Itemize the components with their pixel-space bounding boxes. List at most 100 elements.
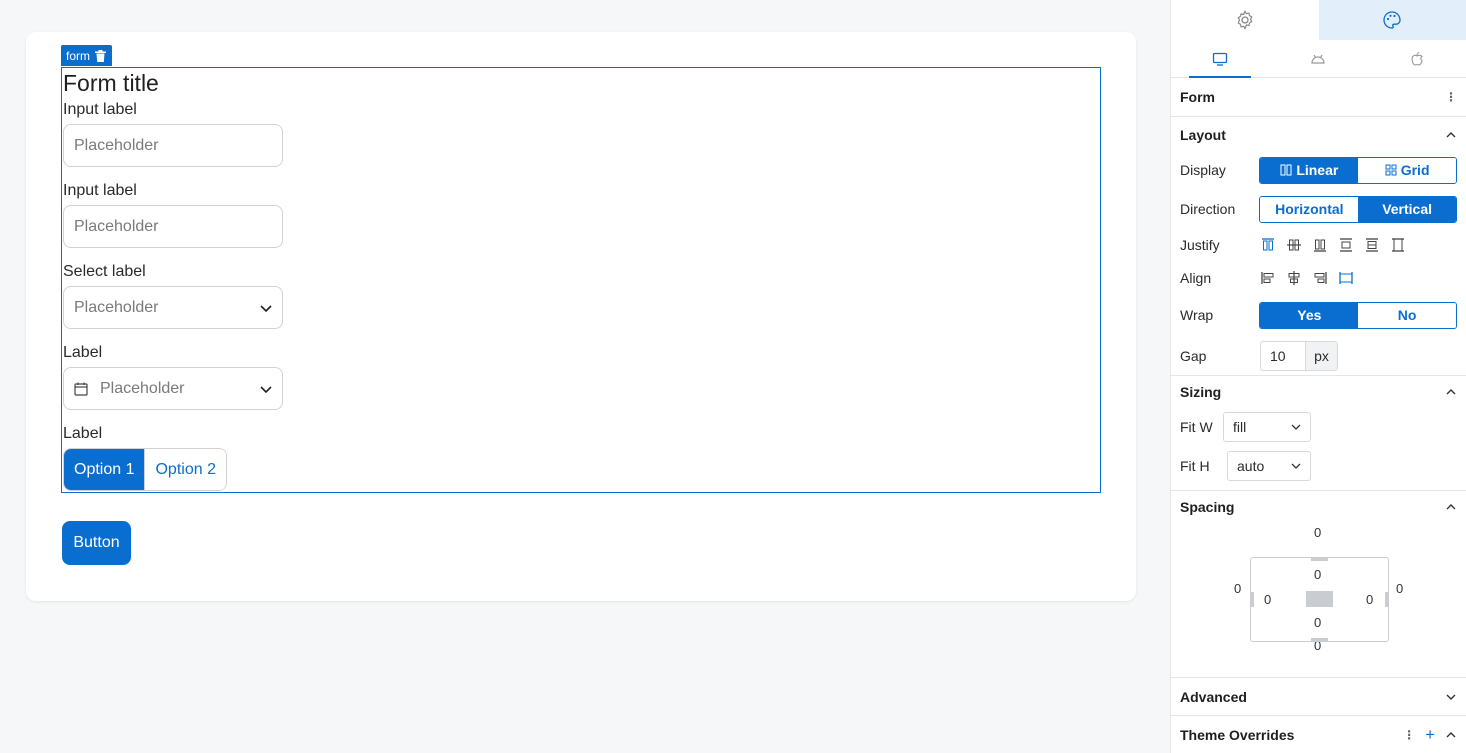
trash-icon[interactable] bbox=[95, 49, 106, 62]
display-linear-label: Linear bbox=[1296, 162, 1339, 178]
tab-style[interactable] bbox=[1318, 0, 1466, 40]
padding-right-value[interactable]: 0 bbox=[1366, 592, 1373, 607]
advanced-title: Advanced bbox=[1180, 688, 1247, 705]
margin-left-value[interactable]: 0 bbox=[1234, 581, 1241, 596]
input-placeholder: Placeholder bbox=[74, 136, 159, 154]
text-input-2[interactable]: Placeholder bbox=[63, 205, 283, 248]
tab-apple[interactable] bbox=[1368, 40, 1466, 77]
fith-select[interactable]: auto bbox=[1227, 451, 1311, 481]
padding-box: 0 0 0 0 bbox=[1250, 557, 1389, 642]
wrap-label: Wrap bbox=[1180, 307, 1214, 323]
layout-section: Layout Display Linear Grid Direction Hor… bbox=[1171, 117, 1466, 376]
select-input[interactable]: Placeholder bbox=[63, 286, 283, 329]
text-input-1[interactable]: Placeholder bbox=[63, 124, 283, 167]
chevron-up-icon bbox=[1446, 132, 1456, 138]
date-label: Label bbox=[63, 344, 103, 361]
spacing-header[interactable]: Spacing bbox=[1171, 491, 1466, 523]
fitw-label: Fit W bbox=[1180, 419, 1213, 435]
more-vertical-icon[interactable]: ⋮ bbox=[1403, 728, 1415, 742]
segment-option-2[interactable]: Option 2 bbox=[144, 449, 226, 490]
apple-icon bbox=[1411, 51, 1423, 66]
gap-input[interactable]: 10 px bbox=[1260, 341, 1338, 371]
display-toggle: Linear Grid bbox=[1259, 156, 1457, 184]
align-start-icon[interactable] bbox=[1260, 270, 1276, 286]
layout-header[interactable]: Layout bbox=[1171, 117, 1466, 153]
desktop-icon bbox=[1213, 52, 1228, 66]
margin-right-handle[interactable] bbox=[1385, 592, 1389, 607]
fitw-select[interactable]: fill bbox=[1223, 412, 1311, 442]
select-label: Select label bbox=[63, 263, 146, 280]
layout-title: Layout bbox=[1180, 127, 1226, 143]
justify-center-icon[interactable] bbox=[1286, 237, 1302, 253]
theme-overrides-header[interactable]: Theme Overrides ⋮ + bbox=[1171, 716, 1466, 753]
form-tag[interactable]: form bbox=[61, 45, 112, 66]
field-label-1: Input label bbox=[63, 101, 137, 118]
direction-horizontal-option[interactable]: Horizontal bbox=[1260, 196, 1359, 222]
linear-icon bbox=[1280, 164, 1292, 176]
wrap-toggle: Yes No bbox=[1259, 301, 1457, 329]
advanced-section: Advanced bbox=[1171, 678, 1466, 716]
form-container[interactable]: Form title Input label Placeholder Input… bbox=[61, 67, 1101, 493]
calendar-icon bbox=[74, 382, 88, 396]
tab-android[interactable] bbox=[1269, 40, 1367, 77]
justify-label: Justify bbox=[1180, 237, 1220, 253]
sizing-header[interactable]: Sizing bbox=[1171, 376, 1466, 408]
wrap-yes-option[interactable]: Yes bbox=[1260, 302, 1359, 328]
direction-toggle: Horizontal Vertical bbox=[1259, 195, 1457, 223]
tab-desktop[interactable] bbox=[1171, 40, 1269, 78]
padding-left-value[interactable]: 0 bbox=[1264, 592, 1271, 607]
advanced-header[interactable]: Advanced bbox=[1171, 678, 1466, 715]
gap-unit: px bbox=[1305, 342, 1337, 370]
form-tag-label: form bbox=[66, 48, 90, 63]
align-end-icon[interactable] bbox=[1312, 270, 1328, 286]
direction-vertical-option[interactable]: Vertical bbox=[1358, 196, 1457, 222]
sizing-title: Sizing bbox=[1180, 384, 1222, 400]
margin-bottom-handle[interactable] bbox=[1311, 638, 1328, 642]
tab-settings[interactable] bbox=[1171, 0, 1319, 40]
align-center-icon[interactable] bbox=[1286, 270, 1302, 286]
align-stretch-icon[interactable] bbox=[1338, 270, 1354, 286]
select-placeholder: Placeholder bbox=[74, 298, 159, 316]
date-input[interactable]: Placeholder bbox=[63, 367, 283, 410]
justify-between-icon[interactable] bbox=[1338, 237, 1354, 253]
margin-top-value[interactable]: 0 bbox=[1314, 525, 1321, 540]
component-name: Form bbox=[1180, 89, 1215, 105]
gap-label: Gap bbox=[1180, 348, 1207, 364]
justify-end-icon[interactable] bbox=[1312, 237, 1328, 253]
margin-top-handle[interactable] bbox=[1311, 557, 1328, 561]
chevron-down-icon bbox=[1446, 694, 1456, 700]
segment-label: Label bbox=[63, 425, 103, 442]
display-linear-option[interactable]: Linear bbox=[1260, 157, 1359, 183]
component-section: Form ⋮ bbox=[1171, 78, 1466, 117]
form-title: Form title bbox=[63, 70, 159, 96]
justify-around-icon[interactable] bbox=[1364, 237, 1380, 253]
input-placeholder: Placeholder bbox=[74, 217, 159, 235]
chevron-down-icon bbox=[260, 386, 272, 394]
direction-label: Direction bbox=[1180, 201, 1236, 217]
chevron-up-icon bbox=[1446, 504, 1456, 510]
padding-bottom-value[interactable]: 0 bbox=[1314, 615, 1321, 630]
display-grid-option[interactable]: Grid bbox=[1358, 157, 1457, 183]
display-label: Display bbox=[1180, 162, 1226, 178]
justify-start-icon[interactable] bbox=[1260, 237, 1276, 253]
margin-right-value[interactable]: 0 bbox=[1396, 581, 1403, 596]
margin-left-handle[interactable] bbox=[1250, 592, 1254, 607]
theme-overrides-title: Theme Overrides bbox=[1180, 727, 1295, 743]
segmented-control: Option 1 Option 2 bbox=[63, 448, 227, 491]
device-tabs bbox=[1171, 40, 1466, 78]
segment-option-1[interactable]: Option 1 bbox=[64, 449, 145, 490]
android-icon bbox=[1311, 54, 1326, 64]
form-button[interactable]: Button bbox=[62, 521, 131, 565]
plus-icon[interactable]: + bbox=[1425, 725, 1435, 745]
padding-top-value[interactable]: 0 bbox=[1314, 567, 1321, 582]
gear-icon bbox=[1237, 10, 1253, 30]
date-placeholder: Placeholder bbox=[100, 379, 185, 397]
align-options bbox=[1260, 270, 1354, 286]
chevron-down-icon bbox=[260, 305, 272, 313]
justify-stretch-icon[interactable] bbox=[1390, 237, 1406, 253]
content-box bbox=[1306, 591, 1333, 607]
wrap-no-option[interactable]: No bbox=[1358, 302, 1457, 328]
more-vertical-icon[interactable]: ⋮ bbox=[1445, 90, 1457, 104]
grid-icon bbox=[1385, 164, 1397, 176]
theme-overrides-section: Theme Overrides ⋮ + bbox=[1171, 716, 1466, 753]
